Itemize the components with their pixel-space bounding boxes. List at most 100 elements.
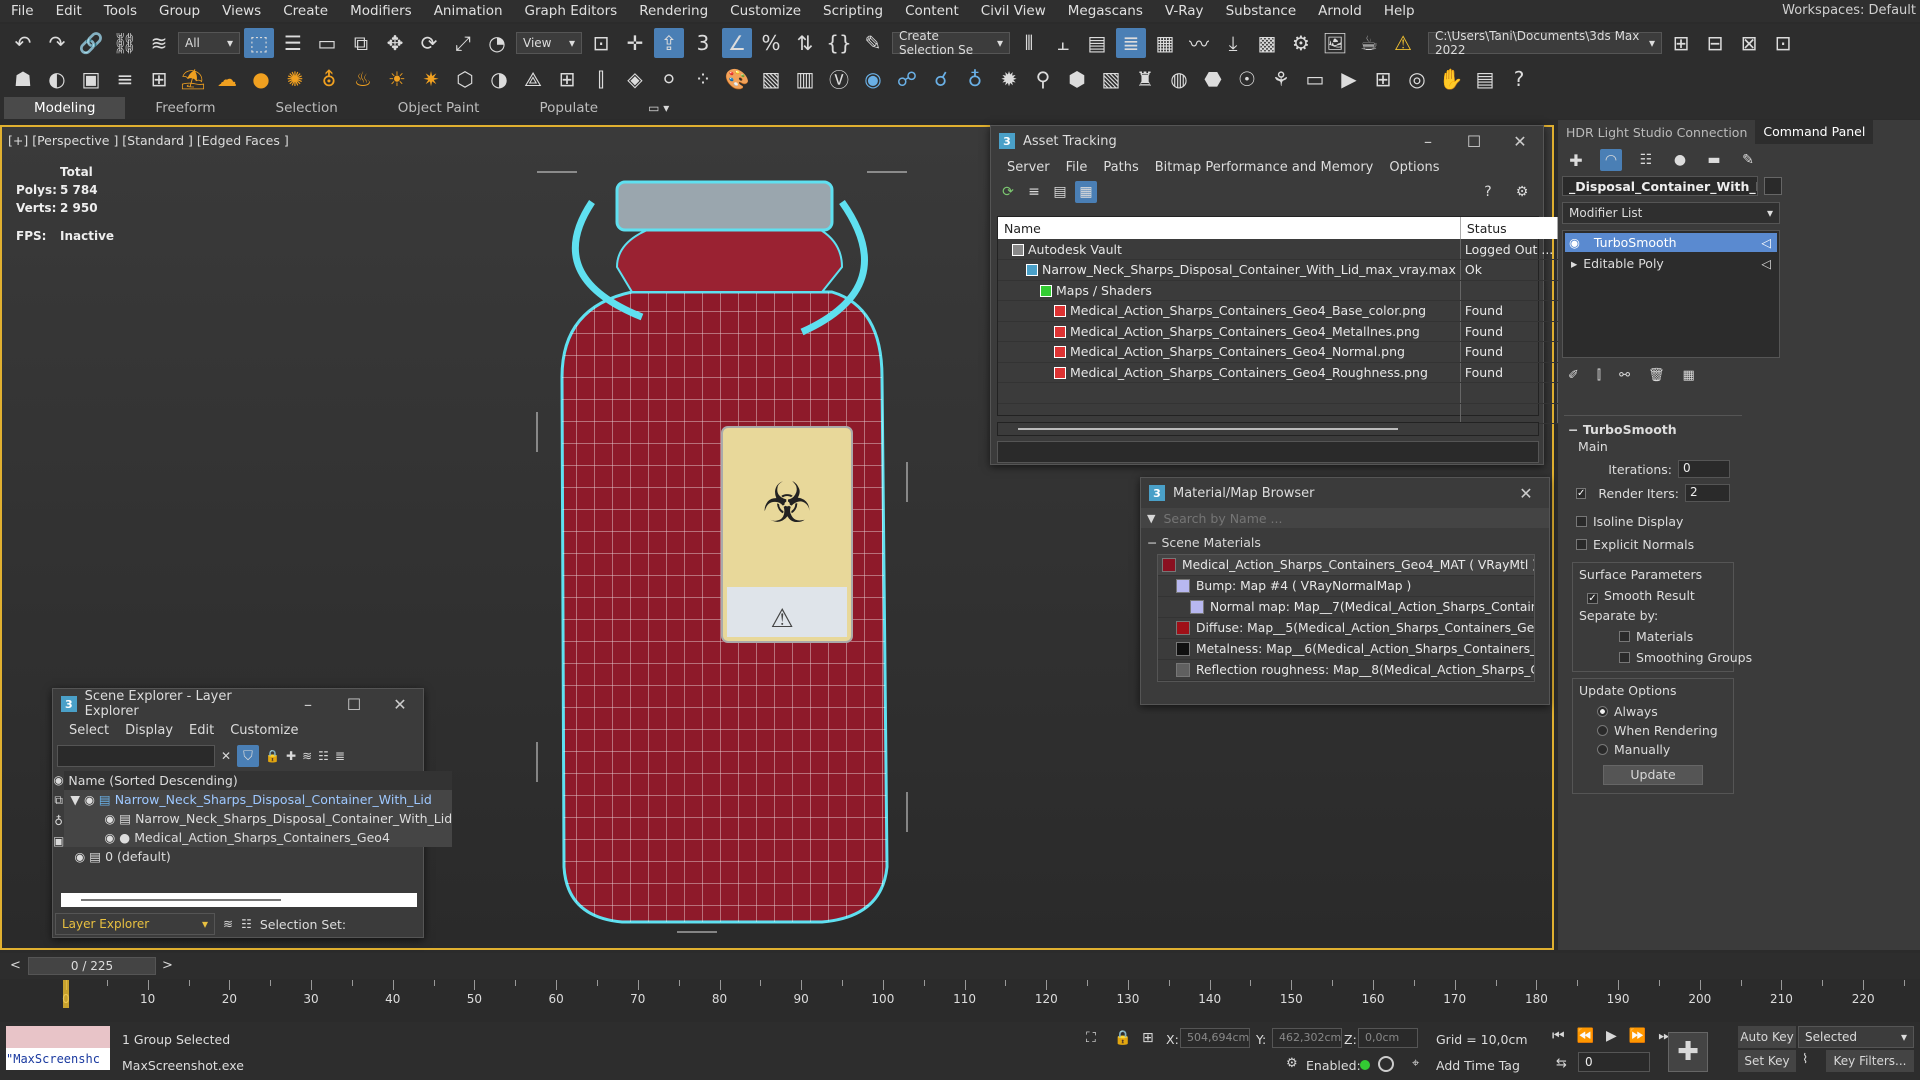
window-crossing-icon[interactable]: ⧉ (346, 28, 376, 58)
project-folder-dropdown[interactable]: C:\Users\Tani\Documents\3ds Max 2022 ▾ (1428, 29, 1662, 57)
z-coordinate-field[interactable]: 0,0cm (1358, 1028, 1418, 1048)
display-cameras-icon[interactable]: ▣ (53, 834, 64, 848)
decal-icon[interactable]: ◈ (620, 64, 650, 94)
pivot-center-icon[interactable]: ⊡ (586, 28, 616, 58)
scene-explorer-titlebar[interactable]: 3 Scene Explorer - Layer Explorer – ☐ ✕ (53, 689, 423, 719)
ribbon-tab-object-paint[interactable]: Object Paint (368, 97, 510, 119)
grid-object-icon[interactable]: ⊞ (552, 64, 582, 94)
explorer-type-dropdown[interactable]: Layer Explorer ▾ (55, 913, 215, 935)
project-workspace-icon[interactable]: ⊡ (1768, 28, 1798, 58)
settings-icon[interactable]: ⚙ (1507, 177, 1537, 207)
asset-path-field[interactable] (997, 441, 1539, 463)
material-tree-item[interactable]: Metalness: Map__6(Medical_Action_Sharps_… (1158, 639, 1534, 660)
modifier-list-dropdown[interactable]: Modifier List ▾ (1562, 202, 1780, 224)
selection-lock-icon[interactable]: 🔒 (1114, 1030, 1131, 1046)
display-tab-icon[interactable]: ▬ (1704, 145, 1724, 175)
materials-grid-icon[interactable]: ⁘ (688, 64, 718, 94)
configure-sets-icon[interactable]: ▦ (1683, 368, 1695, 383)
ambient-light-icon[interactable]: ✷ (416, 64, 446, 94)
scene-menu-display[interactable]: Display (117, 723, 181, 738)
render-iters-spinner[interactable]: 2 (1685, 484, 1730, 502)
sphere-light-icon[interactable]: ● (246, 64, 276, 94)
keyboard-shortcut-override-icon[interactable]: ⇪ (654, 27, 684, 58)
asset-menu-file[interactable]: File (1058, 160, 1096, 175)
table-row[interactable]: Medical_Action_Sharps_Containers_Geo4_No… (998, 341, 1559, 363)
hierarchy-toggle-icon[interactable]: ☷ (241, 917, 252, 931)
x-coordinate-field[interactable]: 504,694cm (1180, 1028, 1250, 1048)
cube-icon[interactable]: ⬡ (450, 64, 480, 94)
material-editor-icon[interactable]: ▩ (1252, 28, 1282, 58)
angle-snap-icon[interactable]: ∠ (722, 27, 752, 58)
maxscript-listener-top[interactable] (6, 1026, 110, 1048)
spot-light-icon[interactable]: ⛢ (314, 64, 344, 94)
key-set-dropdown[interactable]: Selected ▾ (1798, 1026, 1914, 1048)
scene-scrollbar[interactable] (61, 893, 417, 907)
close-icon[interactable]: ✕ (377, 695, 423, 714)
menu-modifiers[interactable]: Modifiers (339, 0, 423, 22)
umbrella-light-icon[interactable]: ⛱ (178, 64, 208, 94)
menu-group[interactable]: Group (148, 0, 211, 22)
render-view-icon[interactable]: ▶ (1334, 64, 1364, 94)
rendered-frame-icon[interactable]: 🖼 (1320, 28, 1350, 58)
table-view-icon[interactable]: ▦ (1075, 181, 1097, 203)
time-tag-icon[interactable]: ⚙ (1286, 1056, 1298, 1071)
lamp-icon[interactable]: ☉ (1232, 64, 1262, 94)
render-production-icon[interactable]: ☕ (1354, 28, 1384, 58)
bucket-icon[interactable]: ⬣ (1198, 64, 1228, 94)
placement-icon[interactable]: ◔ (482, 28, 512, 58)
minimize-icon[interactable]: – (285, 695, 331, 714)
table-row[interactable]: Medical_Action_Sharps_Containers_Geo4_Me… (998, 321, 1559, 342)
scene-materials-header[interactable]: Scene Materials (1161, 535, 1260, 550)
network-icon[interactable]: ☌ (926, 64, 956, 94)
asset-menu-paths[interactable]: Paths (1095, 160, 1146, 175)
close-icon[interactable]: ✕ (1503, 484, 1549, 503)
motion-tab-icon[interactable]: ● (1670, 145, 1690, 175)
adaptive-degradation-icon[interactable] (1378, 1056, 1394, 1072)
material-sphere-icon[interactable]: ⚪ (654, 64, 684, 94)
list-icon[interactable]: ≡ (110, 64, 140, 94)
set-project-icon[interactable]: ⊟ (1700, 28, 1730, 58)
link-icon[interactable]: 🔗 (76, 28, 106, 58)
enabled-indicator[interactable] (1360, 1060, 1370, 1070)
asset-menu-server[interactable]: Server (999, 160, 1058, 175)
clear-search-icon[interactable]: ✕ (221, 749, 231, 763)
remove-modifier-icon[interactable]: 🗑 (1648, 368, 1665, 383)
modify-tab-icon[interactable]: ◠ (1600, 149, 1622, 171)
prev-frame-icon[interactable]: < (10, 958, 21, 973)
explicit-normals-checkbox[interactable] (1576, 539, 1587, 550)
warning-icon[interactable]: ⚠ (1388, 28, 1418, 58)
sharps-container-model[interactable]: ☣ ⚠ (522, 157, 922, 957)
ribbon-tab-populate[interactable]: Populate (509, 97, 628, 119)
align-icon[interactable]: ⫠ (1048, 28, 1078, 58)
display-groups-icon[interactable]: ⧉ (54, 793, 63, 808)
eye-icon[interactable]: ◉ (104, 811, 115, 826)
material-browser-titlebar[interactable]: 3 Material/Map Browser ✕ (1141, 478, 1549, 508)
key-filters-button[interactable]: Key Filters... (1826, 1050, 1914, 1072)
material-tree-item[interactable]: Bump: Map #4 ( VRayNormalMap ) (1158, 576, 1534, 597)
proxy-icon[interactable]: ⟁ (518, 64, 548, 94)
textures-icon[interactable]: ▧ (756, 64, 786, 94)
menu-megascans[interactable]: Megascans (1057, 0, 1154, 22)
iterations-spinner[interactable]: 0 (1678, 460, 1730, 478)
menu-create[interactable]: Create (272, 0, 339, 22)
select-by-name-icon[interactable]: ☰ (278, 28, 308, 58)
edit-named-selection-icon[interactable]: {} (824, 28, 854, 58)
nodes-icon[interactable]: ☍ (892, 64, 922, 94)
menu-file[interactable]: File (0, 0, 45, 22)
sun-icon[interactable]: ☀ (382, 64, 412, 94)
scene-tree-row[interactable]: ◉ ▤ 0 (default) (64, 847, 452, 866)
viewport-label[interactable]: [+] [Perspective ] [Standard ] [Edged Fa… (8, 133, 289, 148)
menu-edit[interactable]: Edit (45, 0, 93, 22)
palette-icon[interactable]: 🎨 (722, 64, 752, 94)
project-icon[interactable]: ⊞ (1666, 28, 1696, 58)
ribbon-tab-modeling[interactable]: Modeling (4, 97, 126, 119)
asset-menu-bitmap[interactable]: Bitmap Performance and Memory (1147, 160, 1382, 175)
pin-stack-icon[interactable]: ✐ (1568, 368, 1579, 383)
prev-key-icon[interactable]: ⏪ (1577, 1028, 1594, 1044)
eye-icon[interactable]: ◉ (74, 849, 85, 864)
make-unique-icon[interactable]: ⚯ (1619, 368, 1630, 383)
named-selection-dropdown[interactable]: Create Selection Se ▾ (892, 29, 1010, 57)
expand-icon[interactable]: ▸ (1571, 256, 1577, 271)
project-folder-icon[interactable]: ⊠ (1734, 28, 1764, 58)
stack-item-turbosmooth[interactable]: ◉ TurboSmooth ◁ (1565, 233, 1777, 252)
